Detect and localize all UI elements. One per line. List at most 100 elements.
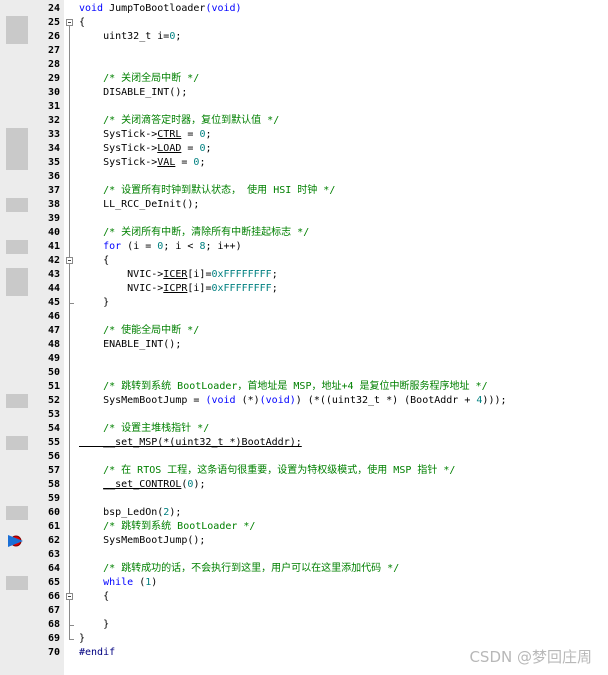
code-line[interactable]: /* 在 RTOS 工程，这条语句很重要，设置为特权级模式，使用 MSP 指针 … [79, 464, 455, 478]
code-line[interactable]: /* 跳转到系统 BootLoader */ [79, 520, 255, 534]
code-line[interactable]: LL_RCC_DeInit(); [79, 198, 199, 212]
code-token: = [181, 143, 200, 154]
code-line[interactable]: /* 关闭滴答定时器，复位到默认值 */ [79, 114, 279, 128]
code-text-area[interactable]: void JumpToBootloader(void){ uint32_t i=… [76, 0, 608, 675]
line-number: 33 [47, 129, 60, 140]
code-line[interactable]: NVIC->ICER[i]=0xFFFFFFFF; [79, 268, 278, 282]
breakpoint-gutter[interactable] [0, 0, 30, 675]
code-line[interactable]: } [79, 632, 85, 646]
code-line[interactable]: /* 设置所有时钟到默认状态， 使用 HSI 时钟 */ [79, 184, 335, 198]
line-number: 34 [47, 143, 60, 154]
code-line[interactable]: /* 跳转到系统 BootLoader，首地址是 MSP，地址+4 是复位中断服… [79, 380, 488, 394]
code-line[interactable]: DISABLE_INT(); [79, 86, 187, 100]
fold-toggle-icon[interactable] [66, 19, 73, 26]
line-number: 67 [47, 605, 60, 616]
code-token: ENABLE_INT(); [79, 339, 182, 350]
code-token: ; i++) [205, 241, 242, 252]
code-line[interactable]: { [79, 590, 109, 604]
code-line[interactable]: SysMemBootJump(); [79, 534, 205, 548]
line-number: 70 [47, 647, 60, 658]
code-token: 0xFFFFFFFF [211, 283, 272, 294]
code-line[interactable]: NVIC->ICPR[i]=0xFFFFFFFF; [79, 282, 278, 296]
line-number: 35 [47, 157, 60, 168]
code-line[interactable]: uint32_t i=0; [79, 30, 181, 44]
code-line[interactable]: for (i = 0; i < 8; i++) [79, 240, 242, 254]
code-token: ; [205, 143, 212, 154]
code-token: DISABLE_INT(); [79, 87, 188, 98]
code-token: ( [133, 577, 146, 588]
fold-region-line [69, 26, 70, 639]
code-line[interactable]: /* 关闭所有中断，清除所有中断挂起标志 */ [79, 226, 309, 240]
fold-gutter[interactable] [64, 0, 76, 675]
line-number: 66 [47, 591, 60, 602]
code-token: /* 关闭所有中断，清除所有中断挂起标志 */ [103, 227, 310, 238]
line-number: 46 [47, 311, 60, 322]
code-line[interactable]: /* 跳转成功的话，不会执行到这里，用户可以在这里添加代码 */ [79, 562, 399, 576]
breakpoint-slot-marker[interactable] [6, 394, 28, 408]
code-line[interactable]: void JumpToBootloader(void) [79, 2, 242, 16]
code-token: /* 关闭全局中断 */ [103, 73, 200, 84]
breakpoint-slot-marker[interactable] [6, 198, 28, 212]
code-token: bsp_LedOn( [79, 507, 164, 518]
line-number: 43 [47, 269, 60, 280]
line-number: 58 [47, 479, 60, 490]
code-line[interactable]: while (1) [79, 576, 157, 590]
line-number: 54 [47, 423, 60, 434]
code-token: [i]= [187, 269, 212, 280]
code-line[interactable]: bsp_LedOn(2); [79, 506, 181, 520]
code-line[interactable]: #endif [79, 646, 115, 660]
code-token: } [79, 633, 86, 644]
breakpoint-slot-marker[interactable] [6, 128, 28, 142]
line-number: 53 [47, 409, 60, 420]
fold-toggle-icon[interactable] [66, 257, 73, 264]
fold-toggle-icon[interactable] [66, 593, 73, 600]
line-number: 36 [47, 171, 60, 182]
code-line[interactable]: __set_MSP(*(uint32_t *)BootAddr); [79, 436, 302, 450]
code-line[interactable]: } [79, 296, 109, 310]
line-number: 45 [47, 297, 60, 308]
code-line[interactable]: SysTick->LOAD = 0; [79, 142, 212, 156]
breakpoint-slot-marker[interactable] [6, 268, 28, 282]
breakpoint-slot-marker[interactable] [6, 282, 28, 296]
breakpoint-slot-marker[interactable] [6, 506, 28, 520]
code-token: { [79, 591, 110, 602]
code-token: SysTick-> [79, 143, 158, 154]
code-line[interactable]: /* 使能全局中断 */ [79, 324, 199, 338]
breakpoint-slot-marker[interactable] [6, 436, 28, 450]
line-number: 56 [47, 451, 60, 462]
code-line[interactable]: SysTick->CTRL = 0; [79, 128, 211, 142]
code-line[interactable]: /* 设置主堆栈指针 */ [79, 422, 209, 436]
code-token: /* 关闭滴答定时器，复位到默认值 */ [103, 115, 280, 126]
breakpoint-slot-marker[interactable] [6, 240, 28, 254]
breakpoint-slot-marker[interactable] [6, 576, 28, 590]
breakpoint-slot-marker[interactable] [6, 16, 28, 30]
code-token: __set_MSP(*(uint32_t *)BootAddr); [79, 437, 302, 448]
code-line[interactable]: SysMemBootJump = (void (*)(void)) (*((ui… [79, 394, 506, 408]
code-line[interactable]: __set_CONTROL(0); [79, 478, 205, 492]
line-number: 63 [47, 549, 60, 560]
code-line[interactable]: { [79, 16, 85, 30]
breakpoint-slot-marker[interactable] [6, 156, 28, 170]
code-line[interactable]: SysTick->VAL = 0; [79, 156, 205, 170]
line-number: 60 [47, 507, 60, 518]
code-token: NVIC-> [79, 283, 164, 294]
code-editor[interactable]: 24 25 26 27 28 29 30 31 32 33 34 35 36 37 38 39 40 41 42 43… [0, 0, 608, 675]
line-number: 25 [47, 17, 60, 28]
code-token: LL_RCC_DeInit(); [79, 199, 200, 210]
code-token: ); [169, 507, 182, 518]
code-line[interactable]: { [79, 254, 109, 268]
breakpoint-slot-marker[interactable] [6, 142, 28, 156]
code-line[interactable]: } [79, 618, 109, 632]
code-token: ; [271, 269, 278, 280]
code-token: (void) [259, 395, 296, 406]
code-token: for [103, 241, 122, 252]
fold-region-line [69, 600, 70, 625]
breakpoint-slot-marker[interactable] [6, 30, 28, 44]
code-line[interactable]: ENABLE_INT(); [79, 338, 181, 352]
code-line[interactable]: /* 关闭全局中断 */ [79, 72, 199, 86]
line-number: 68 [47, 619, 60, 630]
